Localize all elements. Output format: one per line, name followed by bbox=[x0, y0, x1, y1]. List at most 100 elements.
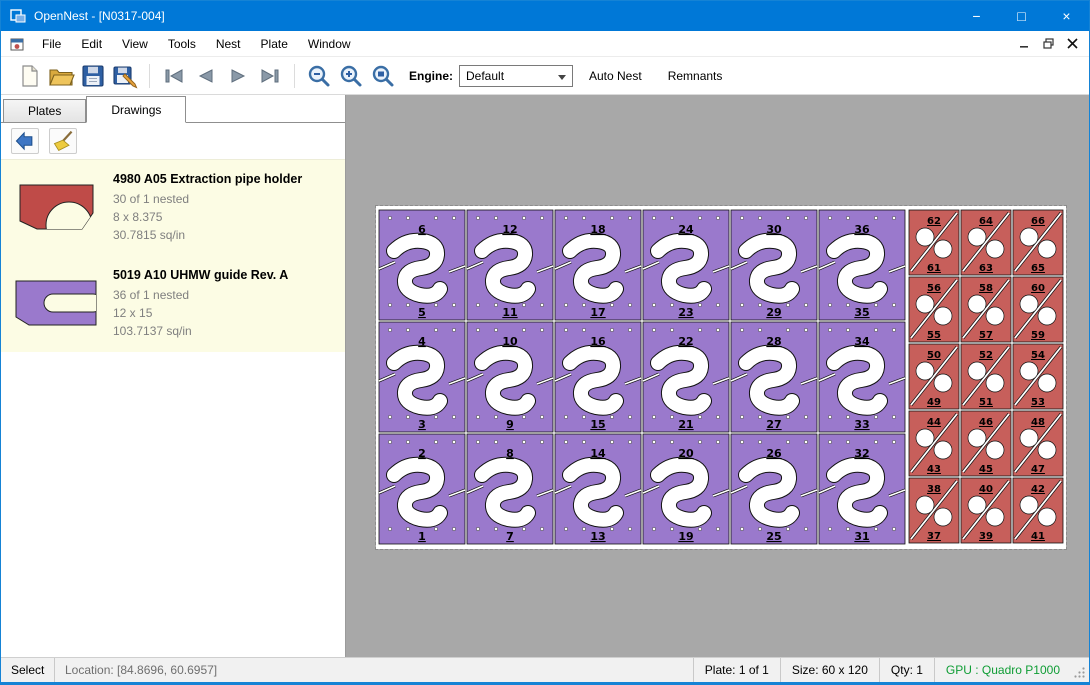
nested-part-pair-red[interactable]: 4847 bbox=[1013, 411, 1063, 476]
drawings-toolbar bbox=[1, 123, 345, 159]
nested-part-pair-purple[interactable]: 32 31 bbox=[819, 434, 905, 544]
zoom-in-button[interactable] bbox=[335, 61, 367, 91]
nested-part-pair-red[interactable]: 3837 bbox=[909, 478, 959, 543]
last-plate-button[interactable] bbox=[254, 61, 286, 91]
menu-item-edit[interactable]: Edit bbox=[71, 31, 112, 57]
engine-select[interactable]: Default bbox=[459, 65, 573, 87]
svg-text:3: 3 bbox=[418, 418, 426, 431]
close-button[interactable]: × bbox=[1044, 1, 1089, 31]
zoom-fit-button[interactable] bbox=[367, 61, 399, 91]
svg-text:52: 52 bbox=[979, 350, 993, 361]
nested-part-pair-red[interactable]: 66 65 bbox=[1013, 210, 1063, 275]
nested-part-pair-red[interactable]: 4241 bbox=[1013, 478, 1063, 543]
nested-part-pair-purple[interactable]: 2625 bbox=[731, 434, 817, 544]
drawing-nested-count: 30 of 1 nested bbox=[113, 190, 337, 208]
nested-part-pair-red[interactable]: 5251 bbox=[961, 344, 1011, 409]
nested-part-pair-red[interactable]: 5049 bbox=[909, 344, 959, 409]
svg-text:11: 11 bbox=[502, 306, 517, 319]
menu-item-view[interactable]: View bbox=[112, 31, 158, 57]
status-location: Location: [84.8696, 60.6957] bbox=[55, 663, 693, 677]
main-toolbar: Engine: Default Auto Nest Remnants bbox=[1, 57, 1089, 95]
previous-plate-button[interactable] bbox=[190, 61, 222, 91]
status-gpu: GPU : Quadro P1000 bbox=[934, 658, 1071, 682]
auto-nest-button[interactable]: Auto Nest bbox=[579, 62, 652, 90]
mdi-minimize-button[interactable] bbox=[1013, 34, 1035, 54]
broom-icon bbox=[51, 129, 75, 153]
nest-canvas[interactable]: 6512111817242330293635431091615222128273… bbox=[346, 95, 1089, 657]
nested-part-pair-red[interactable]: 4443 bbox=[909, 411, 959, 476]
menu-item-window[interactable]: Window bbox=[298, 31, 361, 57]
drawing-thumbnail bbox=[11, 170, 103, 244]
menu-item-file[interactable]: File bbox=[32, 31, 71, 57]
next-plate-button[interactable] bbox=[222, 61, 254, 91]
nested-part-pair-purple[interactable]: 2221 bbox=[643, 322, 729, 432]
nested-part-pair-red[interactable]: 4645 bbox=[961, 411, 1011, 476]
svg-text:16: 16 bbox=[590, 335, 606, 348]
mdi-close-button[interactable] bbox=[1061, 34, 1083, 54]
svg-text:64: 64 bbox=[979, 216, 993, 227]
nested-part-pair-purple[interactable]: 1211 bbox=[467, 210, 553, 320]
maximize-button[interactable]: □ bbox=[999, 1, 1044, 31]
save-button[interactable] bbox=[77, 61, 109, 91]
drawing-item-pipe-holder[interactable]: 4980 A05 Extraction pipe holder 30 of 1 … bbox=[1, 160, 345, 256]
svg-text:49: 49 bbox=[927, 397, 941, 408]
nested-part-pair-red[interactable]: 6059 bbox=[1013, 277, 1063, 342]
resize-grip[interactable] bbox=[1071, 666, 1089, 682]
open-button[interactable] bbox=[45, 61, 77, 91]
nested-part-pair-red[interactable]: 64 63 bbox=[961, 210, 1011, 275]
next-arrow-icon bbox=[224, 62, 252, 90]
svg-text:22: 22 bbox=[678, 335, 693, 348]
nested-part-pair-purple[interactable]: 109 bbox=[467, 322, 553, 432]
nested-part-pair-purple[interactable]: 1413 bbox=[555, 434, 641, 544]
drawing-item-uhmw-guide[interactable]: 5019 A10 UHMW guide Rev. A 36 of 1 neste… bbox=[1, 256, 345, 352]
blue-arrow-left-icon bbox=[13, 129, 37, 153]
zoom-out-button[interactable] bbox=[303, 61, 335, 91]
nested-part-pair-purple[interactable]: 2423 bbox=[643, 210, 729, 320]
drawing-area: 30.7815 sq/in bbox=[113, 226, 337, 244]
previous-arrow-icon bbox=[192, 62, 220, 90]
nested-part-pair-purple[interactable]: 1615 bbox=[555, 322, 641, 432]
svg-text:65: 65 bbox=[1031, 263, 1045, 274]
nested-part-pair-purple[interactable]: 3433 bbox=[819, 322, 905, 432]
svg-text:55: 55 bbox=[927, 330, 941, 341]
import-drawing-button[interactable] bbox=[11, 128, 39, 154]
mdi-restore-button[interactable] bbox=[1037, 34, 1059, 54]
nested-part-pair-purple[interactable]: 3029 bbox=[731, 210, 817, 320]
nested-part-pair-purple[interactable]: 2827 bbox=[731, 322, 817, 432]
menu-item-nest[interactable]: Nest bbox=[206, 31, 251, 57]
minimize-button[interactable]: − bbox=[954, 1, 999, 31]
svg-text:27: 27 bbox=[766, 418, 781, 431]
menu-item-tools[interactable]: Tools bbox=[158, 31, 206, 57]
remnants-button[interactable]: Remnants bbox=[658, 62, 733, 90]
svg-text:31: 31 bbox=[854, 530, 869, 543]
menu-item-plate[interactable]: Plate bbox=[251, 31, 298, 57]
drawing-title: 4980 A05 Extraction pipe holder bbox=[113, 172, 337, 186]
status-bar: Select Location: [84.8696, 60.6957] Plat… bbox=[1, 657, 1089, 682]
svg-text:63: 63 bbox=[979, 263, 993, 274]
svg-text:18: 18 bbox=[590, 223, 605, 236]
nested-part-pair-purple[interactable]: 87 bbox=[467, 434, 553, 544]
nested-part-pair-purple[interactable]: 1817 bbox=[555, 210, 641, 320]
svg-text:7: 7 bbox=[506, 530, 514, 543]
nested-part-pair-purple[interactable]: 43 bbox=[379, 322, 465, 432]
nested-part-pair-purple[interactable]: 65 bbox=[379, 210, 465, 320]
nested-part-pair-red[interactable]: 5453 bbox=[1013, 344, 1063, 409]
nest-plate[interactable]: 6512111817242330293635431091615222128273… bbox=[376, 206, 1066, 549]
nested-part-pair-red[interactable]: 6261 bbox=[909, 210, 959, 275]
app-window: OpenNest - [N0317-004] − □ × File Edit V… bbox=[0, 0, 1090, 685]
tab-drawings[interactable]: Drawings bbox=[86, 96, 186, 123]
save-as-button[interactable] bbox=[109, 61, 141, 91]
first-plate-button[interactable] bbox=[158, 61, 190, 91]
nested-part-pair-purple[interactable]: 3635 bbox=[819, 210, 905, 320]
nested-part-pair-purple[interactable]: 2019 bbox=[643, 434, 729, 544]
svg-text:66: 66 bbox=[1031, 216, 1045, 227]
nested-part-pair-red[interactable]: 5655 bbox=[909, 277, 959, 342]
nested-part-pair-purple[interactable]: 21 bbox=[379, 434, 465, 544]
clean-drawings-button[interactable] bbox=[49, 128, 77, 154]
new-button[interactable] bbox=[13, 61, 45, 91]
svg-text:1: 1 bbox=[418, 530, 426, 543]
nested-part-pair-red[interactable]: 5857 bbox=[961, 277, 1011, 342]
tab-plates[interactable]: Plates bbox=[3, 99, 86, 122]
svg-text:32: 32 bbox=[854, 447, 869, 460]
nested-part-pair-red[interactable]: 4039 bbox=[961, 478, 1011, 543]
